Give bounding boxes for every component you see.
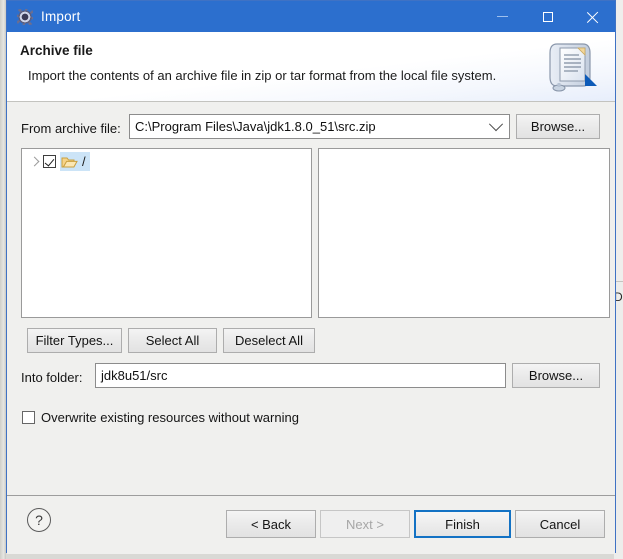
archive-browse-button[interactable]: Browse... xyxy=(516,114,600,139)
archive-file-combo[interactable]: C:\Program Files\Java\jdk1.8.0_51\src.zi… xyxy=(129,114,510,139)
back-button[interactable]: < Back xyxy=(226,510,316,538)
archive-import-banner-icon xyxy=(545,38,601,96)
minimize-button[interactable] xyxy=(480,1,525,32)
import-dialog-window: Import Archive file Import the contents … xyxy=(6,0,616,554)
open-folder-icon xyxy=(61,155,78,169)
dialog-titlebar[interactable]: Import xyxy=(7,1,615,32)
dialog-title: Import xyxy=(41,9,81,24)
overwrite-label: Overwrite existing resources without war… xyxy=(41,410,299,425)
next-button: Next > xyxy=(320,510,410,538)
wizard-page-header: Archive file Import the contents of an a… xyxy=(7,32,615,102)
tree-item-checkbox[interactable] xyxy=(43,155,56,168)
close-icon xyxy=(586,10,599,23)
close-button[interactable] xyxy=(570,1,615,32)
tree-row[interactable]: / xyxy=(25,152,90,171)
maximize-button[interactable] xyxy=(525,1,570,32)
page-description: Import the contents of an archive file i… xyxy=(28,68,497,83)
deselect-all-button[interactable]: Deselect All xyxy=(223,328,315,353)
chevron-right-icon[interactable] xyxy=(25,153,43,171)
archive-tree-panel[interactable]: / xyxy=(21,148,312,318)
into-folder-value: jdk8u51/src xyxy=(101,368,168,383)
archive-file-label: From archive file: xyxy=(21,121,121,136)
into-folder-label: Into folder: xyxy=(21,370,83,385)
select-all-button[interactable]: Select All xyxy=(128,328,217,353)
filter-types-button[interactable]: Filter Types... xyxy=(27,328,122,353)
dialog-body: From archive file: C:\Program Files\Java… xyxy=(7,102,615,495)
overwrite-checkbox[interactable] xyxy=(22,411,35,424)
archive-file-list-panel[interactable] xyxy=(318,148,610,318)
finish-button[interactable]: Finish xyxy=(414,510,511,538)
into-folder-input[interactable]: jdk8u51/src xyxy=(95,363,506,388)
cancel-button[interactable]: Cancel xyxy=(515,510,605,538)
into-folder-browse-button[interactable]: Browse... xyxy=(512,363,600,388)
dialog-footer: ? < Back Next > Finish Cancel xyxy=(7,495,615,554)
import-wizard-gear-icon xyxy=(17,8,33,25)
tree-item-label: / xyxy=(82,154,86,169)
overwrite-checkbox-row[interactable]: Overwrite existing resources without war… xyxy=(22,410,299,425)
maximize-icon xyxy=(542,11,553,22)
help-question-icon[interactable]: ? xyxy=(27,508,51,532)
window-controls xyxy=(480,1,615,32)
tree-item-selection[interactable]: / xyxy=(60,152,90,171)
screen: D Import Archive file Import the content… xyxy=(0,0,623,559)
archive-file-value: C:\Program Files\Java\jdk1.8.0_51\src.zi… xyxy=(135,119,376,134)
chevron-down-icon[interactable] xyxy=(483,116,509,132)
page-title: Archive file xyxy=(20,43,93,58)
minimize-icon xyxy=(497,16,508,17)
